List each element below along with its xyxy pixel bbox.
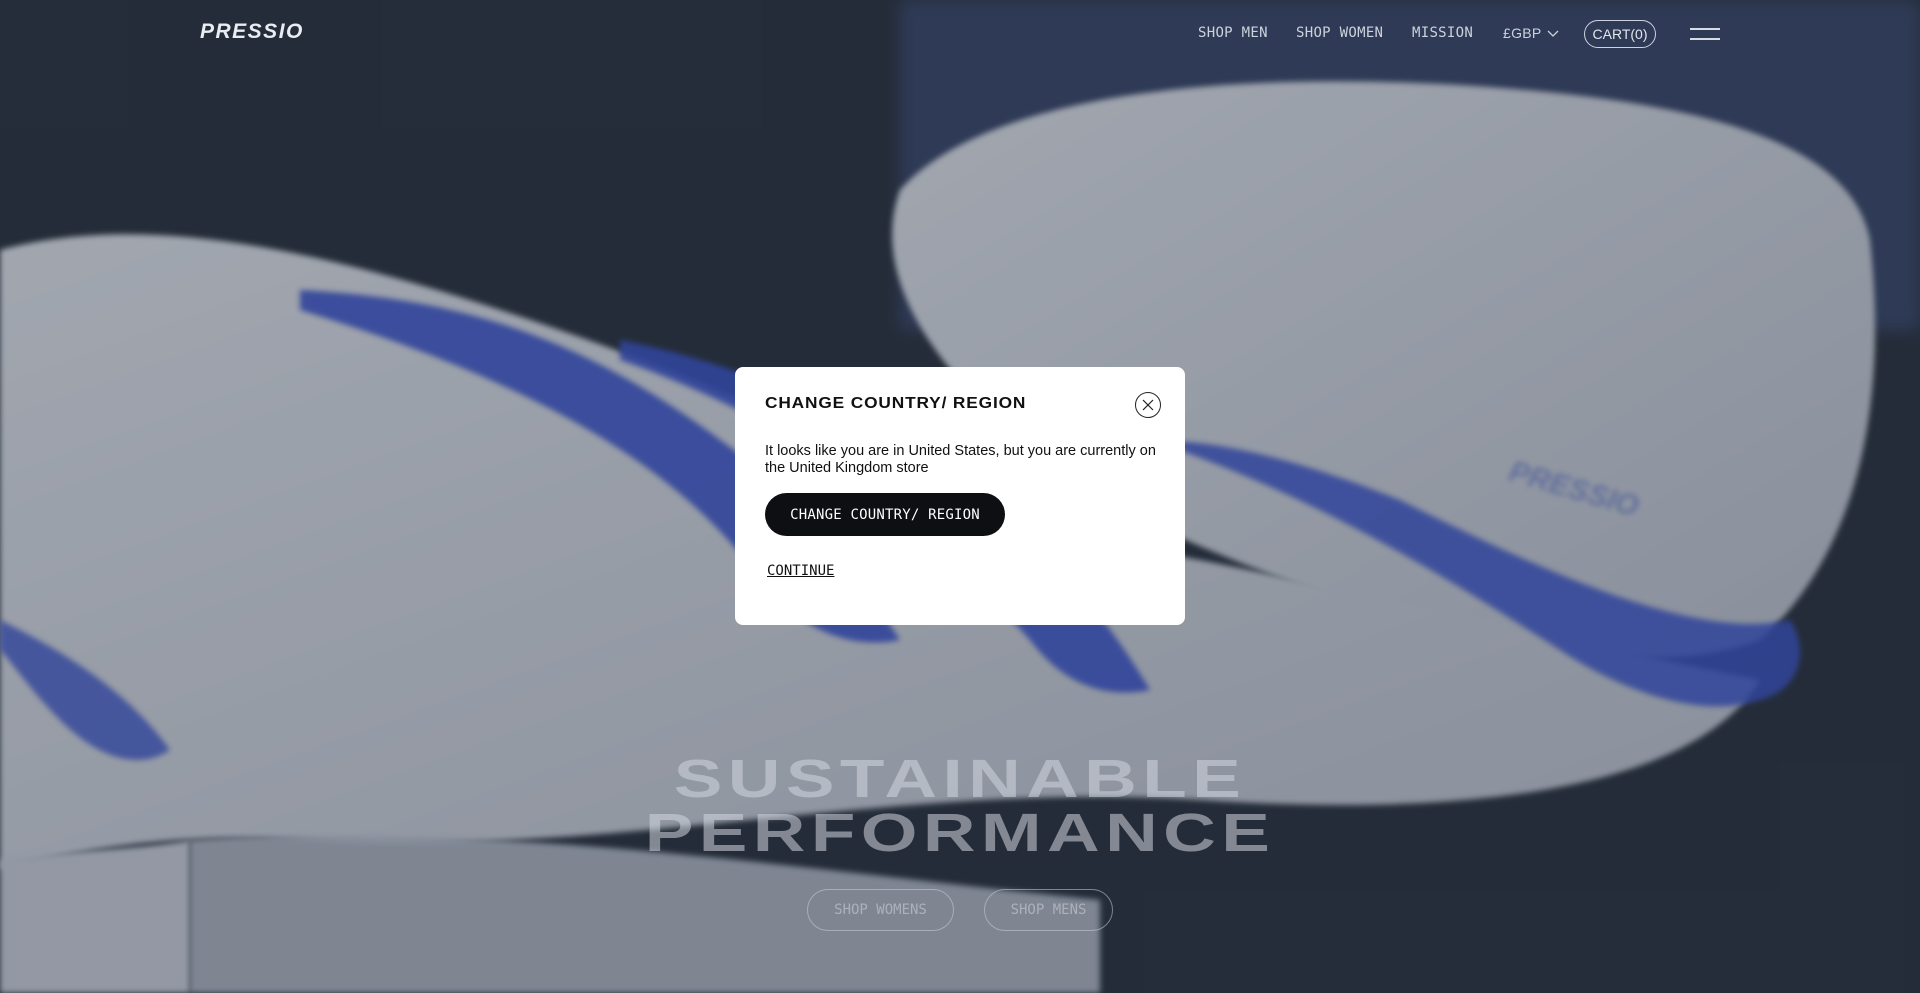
currency-selector[interactable]: £GBP <box>1503 25 1559 41</box>
close-icon[interactable] <box>1135 392 1161 418</box>
change-region-button[interactable]: CHANGE COUNTRY/ REGION <box>765 493 1005 536</box>
hero-title: SUSTAINABLE PERFORMANCE <box>0 752 1920 860</box>
chevron-down-icon <box>1547 25 1559 41</box>
hero-title-line-1: SUSTAINABLE <box>673 749 1247 809</box>
nav-shop-men[interactable]: SHOP MEN <box>1198 25 1268 41</box>
currency-label: £GBP <box>1503 25 1542 41</box>
shop-womens-button[interactable]: SHOP WOMENS <box>807 889 954 931</box>
hero-title-line-2: PERFORMANCE <box>644 803 1276 863</box>
modal-message: It looks like you are in United States, … <box>765 443 1156 476</box>
site-header: PRESSIO SHOP MEN SHOP WOMEN MISSION £GBP… <box>0 0 1920 70</box>
continue-link[interactable]: CONTINUE <box>767 563 834 579</box>
cart-button[interactable]: CART(0) <box>1584 20 1656 48</box>
shop-mens-button[interactable]: SHOP MENS <box>984 889 1113 931</box>
modal-title: CHANGE COUNTRY/ REGION <box>765 395 1027 412</box>
brand-logo[interactable]: PRESSIO <box>200 20 304 44</box>
hamburger-menu-icon[interactable] <box>1690 28 1720 40</box>
nav-shop-women[interactable]: SHOP WOMEN <box>1296 25 1383 41</box>
change-region-modal: CHANGE COUNTRY/ REGION It looks like you… <box>735 367 1185 625</box>
nav-mission[interactable]: MISSION <box>1412 25 1473 41</box>
